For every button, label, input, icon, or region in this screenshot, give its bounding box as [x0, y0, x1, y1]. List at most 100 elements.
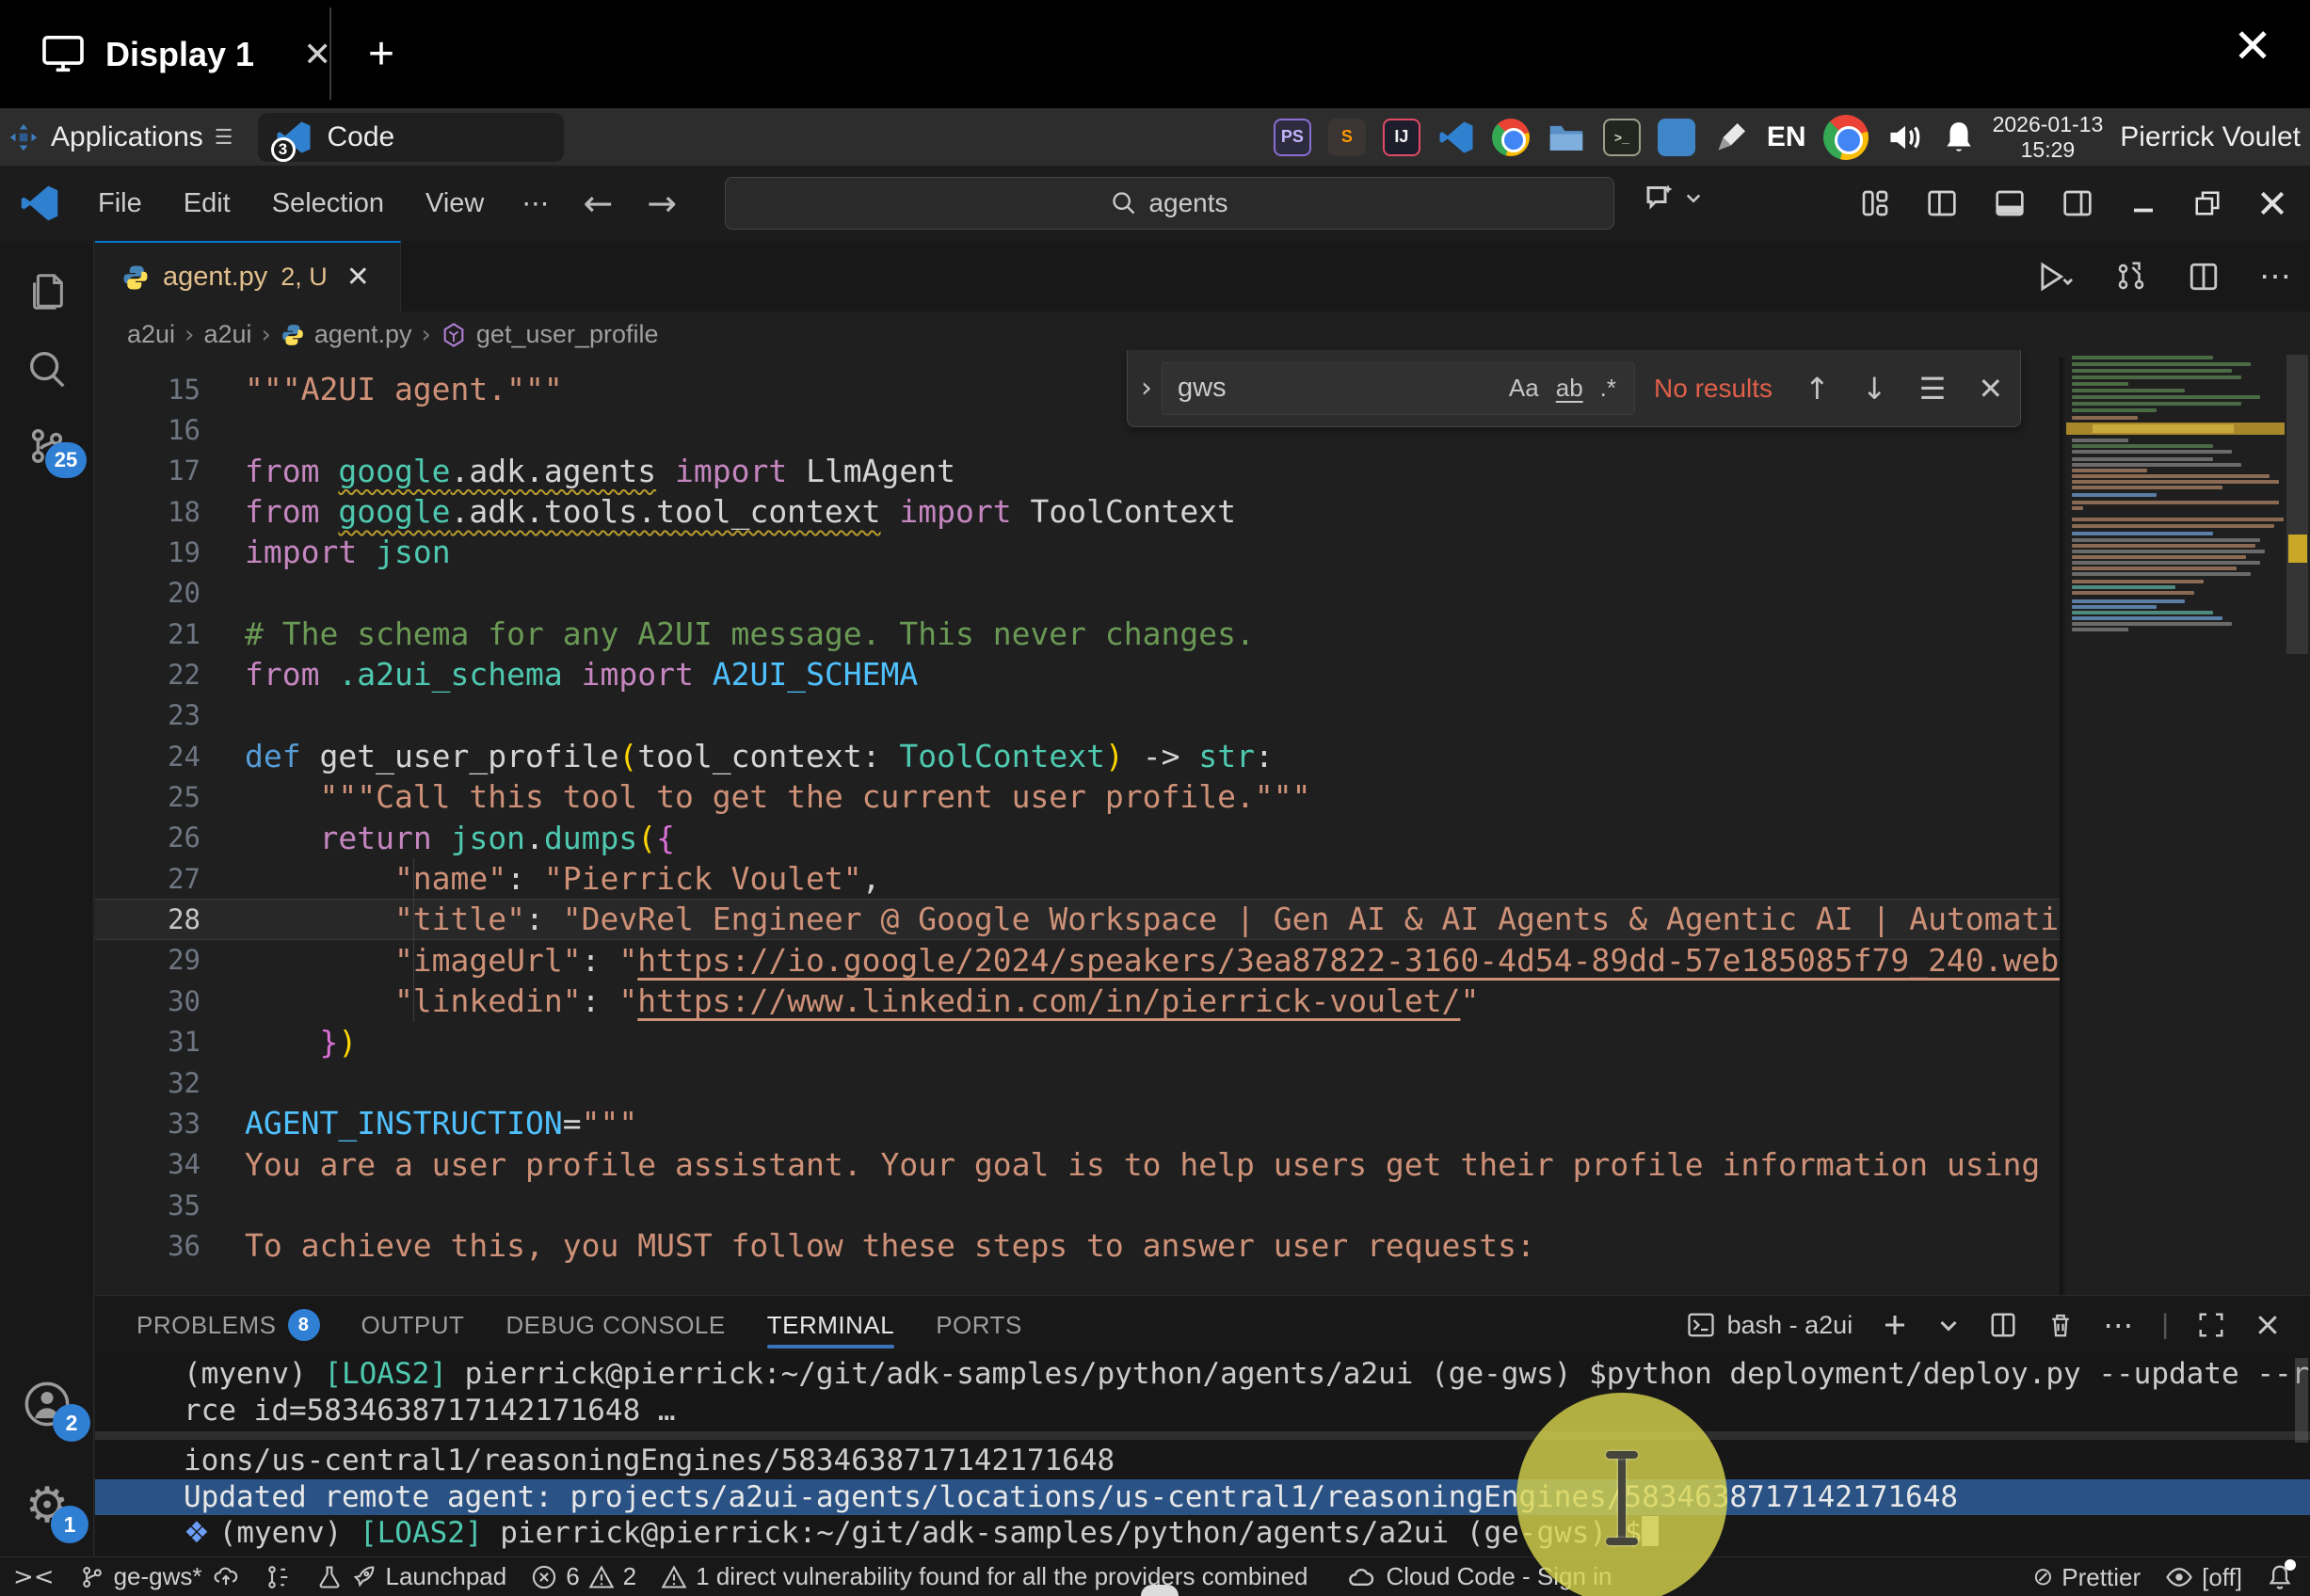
terminal-line[interactable]: ❖ (myenv) [LOAS2] pierrick@pierrick:~/gi…: [95, 1515, 2310, 1552]
display-tab[interactable]: Display 1 ✕: [17, 13, 356, 96]
code-line-21[interactable]: 21# The schema for any A2UI message. Thi…: [95, 614, 2060, 654]
breadcrumb-a2ui[interactable]: a2ui: [127, 320, 175, 349]
terminal-line[interactable]: rce id=5834638717142171648 …: [95, 1393, 2310, 1429]
menu-view[interactable]: View: [405, 181, 505, 227]
restore-icon[interactable]: [2193, 189, 2222, 217]
find-next-icon[interactable]: ↓: [1862, 371, 1887, 407]
chrome-icon[interactable]: [1492, 119, 1530, 156]
terminal-line[interactable]: (myenv) [LOAS2] pierrick@pierrick:~/git/…: [95, 1356, 2310, 1393]
breadcrumb-a2ui-2[interactable]: a2ui: [203, 320, 251, 349]
close-window-icon[interactable]: [2257, 188, 2287, 218]
code-line-34[interactable]: 34You are a user profile assistant. Your…: [95, 1144, 2060, 1185]
customize-layout-icon[interactable]: [1860, 188, 1890, 218]
panel-tab-terminal[interactable]: TERMINAL: [767, 1296, 894, 1354]
notifications-bell[interactable]: [2267, 1563, 2293, 1591]
find-previous-icon[interactable]: ↑: [1805, 371, 1830, 407]
git-compare-status[interactable]: [265, 1564, 292, 1590]
copilot-button[interactable]: [1643, 181, 1703, 215]
terminal-dropdown-icon[interactable]: [1937, 1314, 1960, 1336]
toggle-panel-icon[interactable]: [1994, 188, 2026, 218]
new-display-button[interactable]: +: [348, 17, 414, 90]
code-line-22[interactable]: 22from .a2ui_schema import A2UI_SCHEMA: [95, 654, 2060, 694]
problems-status[interactable]: 6 2: [531, 1562, 636, 1591]
sidebar-item-search[interactable]: [0, 331, 94, 407]
remote-close-button[interactable]: ✕: [2233, 19, 2272, 73]
split-editor-icon[interactable]: [2188, 261, 2220, 293]
display-tab-close-icon[interactable]: ✕: [303, 36, 331, 74]
nav-forward-icon[interactable]: →: [630, 183, 694, 224]
code-line-35[interactable]: 35: [95, 1185, 2060, 1225]
display-settings-icon[interactable]: [1658, 119, 1695, 156]
panel-tab-ports[interactable]: PORTS: [936, 1296, 1022, 1354]
intellij-icon[interactable]: IJ: [1383, 119, 1420, 156]
prettier-status[interactable]: ⊘ Prettier: [2033, 1563, 2142, 1592]
files-icon[interactable]: [1547, 120, 1586, 155]
minimap[interactable]: [2066, 339, 2285, 1295]
code-line-23[interactable]: 23: [95, 695, 2060, 736]
sidebar-item-source-control[interactable]: 25: [0, 408, 94, 484]
minimize-icon[interactable]: [2129, 189, 2158, 217]
find-close-icon[interactable]: ✕: [1978, 371, 2003, 407]
code-line-36[interactable]: 36To achieve this, you MUST follow these…: [95, 1225, 2060, 1266]
pen-icon[interactable]: [1712, 119, 1750, 156]
screencast-status[interactable]: [off]: [2165, 1563, 2242, 1592]
settings-button[interactable]: ⚙ 1: [0, 1468, 94, 1543]
tab-close-icon[interactable]: ✕: [346, 261, 370, 294]
menu-edit[interactable]: Edit: [163, 181, 251, 227]
find-input[interactable]: gws Aa ab .*: [1162, 362, 1635, 415]
overview-ruler[interactable]: [2285, 339, 2310, 1295]
terminal-tray-icon[interactable]: >_: [1603, 119, 1641, 156]
vscode-tray-icon[interactable]: [1437, 119, 1475, 156]
code-line-25[interactable]: 25 """Call this tool to get the current …: [95, 776, 2060, 817]
split-terminal-icon[interactable]: [1988, 1311, 2018, 1339]
terminal-scrollbar[interactable]: [2295, 1358, 2308, 1443]
code-line-29[interactable]: 29 "imageUrl": "https://io.google/2024/s…: [95, 940, 2060, 981]
nav-back-icon[interactable]: ←: [566, 183, 630, 224]
run-python-file-icon[interactable]: [2037, 261, 2075, 293]
vulnerability-status[interactable]: 1 direct vulnerability found for all the…: [661, 1562, 1307, 1591]
find-in-selection-icon[interactable]: ☰: [1919, 371, 1947, 407]
breadcrumb-symbol[interactable]: get_user_profile: [476, 320, 659, 349]
scrollbar-thumb[interactable]: [2286, 355, 2308, 654]
command-center-search[interactable]: agents: [725, 177, 1614, 230]
panel-tab-debug-console[interactable]: DEBUG CONSOLE: [505, 1296, 725, 1354]
code-line-26[interactable]: 26 return json.dumps({: [95, 818, 2060, 858]
code-line-30[interactable]: 30 "linkedin": "https://www.linkedin.com…: [95, 981, 2060, 1021]
terminal-line[interactable]: ions/us-central1/reasoningEngines/583463…: [95, 1443, 2310, 1479]
volume-icon[interactable]: [1885, 120, 1925, 155]
editor-more-actions-icon[interactable]: ⋯: [2259, 258, 2291, 295]
code-line-24[interactable]: 24def get_user_profile(tool_context: Too…: [95, 736, 2060, 776]
menu-selection[interactable]: Selection: [251, 181, 405, 227]
code-line-28[interactable]: 28 "title": "DevRel Engineer @ Google Wo…: [95, 899, 2060, 939]
taskbar-window-code[interactable]: 3 Code: [258, 113, 565, 162]
close-panel-icon[interactable]: [2254, 1311, 2282, 1339]
terminal-instance[interactable]: bash - a2ui: [1686, 1311, 1853, 1340]
accounts-button[interactable]: 2: [0, 1366, 94, 1442]
toggle-secondary-sidebar-icon[interactable]: [2061, 188, 2093, 218]
code-line-19[interactable]: 19import json: [95, 532, 2060, 572]
applications-menu[interactable]: Applications ☰: [0, 108, 243, 166]
terminal-line-selected[interactable]: Updated remote agent: projects/a2ui-agen…: [95, 1479, 2310, 1516]
toggle-sidebar-icon[interactable]: [1926, 188, 1958, 218]
whole-word-button[interactable]: ab: [1548, 374, 1592, 403]
clock[interactable]: 2026-01-13 15:29: [1993, 112, 2104, 162]
code-line-33[interactable]: 33AGENT_INSTRUCTION=""": [95, 1103, 2060, 1143]
remote-indicator[interactable]: ><: [13, 1563, 55, 1591]
new-terminal-icon[interactable]: [1881, 1311, 1909, 1339]
keyboard-layout[interactable]: EN: [1767, 121, 1806, 153]
terminal-output[interactable]: (myenv) [LOAS2] pierrick@pierrick:~/git/…: [95, 1356, 2310, 1557]
kill-terminal-icon[interactable]: [2046, 1310, 2075, 1340]
menu-file[interactable]: File: [77, 181, 163, 227]
panel-tab-problems[interactable]: PROBLEMS8: [136, 1296, 320, 1354]
code-line-20[interactable]: 20: [95, 573, 2060, 614]
sublime-icon[interactable]: S: [1328, 119, 1366, 156]
code-line-31[interactable]: 31 }): [95, 1022, 2060, 1062]
code-line-27[interactable]: 27 "name": "Pierrick Voulet",: [95, 858, 2060, 899]
panel-tab-output[interactable]: OUTPUT: [361, 1296, 465, 1354]
code-line-32[interactable]: 32: [95, 1062, 2060, 1103]
open-changes-icon[interactable]: [2114, 261, 2148, 293]
panel-more-actions-icon[interactable]: ⋯: [2103, 1307, 2133, 1343]
tab-agent-py[interactable]: agent.py 2, U ✕: [95, 241, 401, 311]
code-line-18[interactable]: 18from google.adk.tools.tool_context imp…: [95, 491, 2060, 532]
find-toggle-replace-icon[interactable]: ›: [1128, 372, 1162, 405]
